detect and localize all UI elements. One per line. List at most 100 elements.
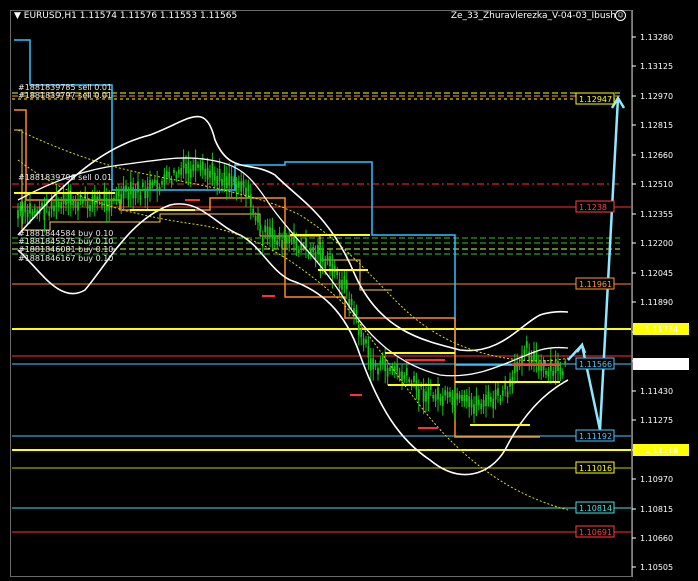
candle-body: [156, 180, 159, 192]
price-axis-ticks: 1.13280 1.13125 1.12970 1.12815 1.12660 1.125…: [632, 33, 673, 572]
candle-body: [235, 184, 238, 193]
candle-body: [446, 391, 449, 398]
candle-body: [283, 231, 286, 236]
candle-body: [386, 367, 389, 377]
candle-body: [74, 201, 77, 208]
candle-body: [377, 368, 379, 375]
candle-body: [24, 200, 27, 213]
candle-body: [245, 187, 247, 198]
order-labels: #1881839785 sell 0.01#1881839797 sell 0.…: [18, 83, 113, 263]
candle-body: [525, 341, 528, 348]
level-price-labels: 1.12947 1.1238 1.11961 1.11566 1.11192 1.1101…: [575, 92, 615, 538]
candle-body: [288, 235, 291, 244]
candle-body: [552, 370, 555, 377]
candle-body: [482, 399, 485, 407]
level-label-text: 1.11961: [579, 280, 612, 289]
candle-body: [365, 339, 367, 344]
forecast-arrow-head: [575, 342, 587, 354]
candle-body: [465, 394, 468, 402]
candle-body: [295, 239, 298, 248]
candle-body: [504, 382, 507, 390]
candle-body: [48, 211, 51, 216]
candle-body: [437, 387, 439, 400]
axis-tick-label: 1.12045: [640, 269, 673, 278]
candle-body: [384, 358, 387, 372]
order-label: #1881839796 sell 0.01: [18, 173, 112, 182]
candle-body: [379, 360, 382, 366]
candle-body: [497, 388, 499, 396]
ma-dotted-lower: [17, 159, 569, 511]
candle-body: [216, 176, 219, 186]
axis-tick-label: 1.10970: [640, 475, 673, 484]
candle-body: [57, 201, 60, 207]
candle-body: [305, 238, 307, 249]
level-label-text: 1.10691: [579, 528, 612, 537]
candle-body: [458, 394, 461, 399]
candle-body: [403, 375, 406, 379]
candle-body: [189, 168, 192, 178]
orange-step-line: [14, 109, 540, 438]
candle-body: [199, 164, 202, 171]
candle-body: [427, 387, 430, 400]
candle-body: [89, 204, 91, 211]
candle-body: [290, 238, 293, 242]
axis-price-marker-text: 1.11565: [645, 360, 678, 369]
candle-body: [137, 181, 139, 193]
candle-body: [338, 279, 341, 289]
candle-body: [528, 351, 531, 362]
candle-body: [29, 203, 31, 214]
level-label-text: 1.10814: [579, 504, 612, 513]
candle-body: [317, 245, 319, 255]
candle-body: [271, 227, 274, 240]
candle-body: [110, 197, 113, 207]
candle-body: [341, 279, 343, 290]
order-label: #1881846081 buy 0.10: [18, 245, 113, 254]
chart-window[interactable]: ▼ EURUSD,H1 1.11574 1.11576 1.11553 1.11…: [0, 0, 698, 581]
candle-body: [545, 370, 547, 375]
axis-tick-label: 1.11430: [640, 387, 673, 396]
candle-body: [211, 162, 214, 175]
candle-body: [276, 240, 279, 245]
axis-tick-label: 1.13280: [640, 33, 673, 42]
candle-body: [329, 256, 331, 267]
axis-tick-label: 1.13125: [640, 62, 673, 71]
candle-body: [475, 395, 478, 407]
candle-body: [470, 399, 473, 408]
candle-body: [26, 210, 29, 217]
candle-body: [434, 394, 437, 401]
candle-body: [451, 396, 454, 405]
candle-body: [117, 190, 120, 197]
candle-body: [165, 170, 168, 177]
candle-body: [405, 368, 408, 376]
candle-body: [441, 396, 444, 406]
candle-body: [60, 202, 63, 209]
axis-tick-label: 1.10660: [640, 534, 673, 543]
candle-body: [422, 389, 425, 402]
candle-body: [326, 255, 329, 261]
candle-body: [180, 167, 183, 175]
level-label-text: 1.11016: [579, 464, 612, 473]
candle-body: [201, 161, 204, 171]
candle-body: [81, 199, 84, 204]
candle-body: [129, 181, 132, 195]
candle-body: [132, 187, 135, 199]
candle-body: [321, 249, 324, 262]
candle-body: [187, 161, 190, 174]
candle-body: [127, 192, 130, 200]
candle-body: [456, 393, 459, 400]
candle-body: [17, 210, 19, 219]
level-label-text: 1.1238: [579, 203, 607, 212]
candle-body: [307, 253, 310, 257]
candle-body: [398, 371, 401, 377]
candle-body: [473, 404, 475, 414]
candle-body: [453, 395, 456, 408]
axis-tick-label: 1.11890: [640, 298, 673, 307]
candle-body: [360, 329, 363, 338]
candle-body: [209, 170, 211, 178]
candle-body: [158, 186, 161, 192]
candle-body: [350, 298, 353, 306]
candle-body: [485, 394, 487, 407]
candle-body: [281, 240, 283, 249]
candle-body: [230, 176, 233, 188]
candle-body: [134, 190, 137, 198]
